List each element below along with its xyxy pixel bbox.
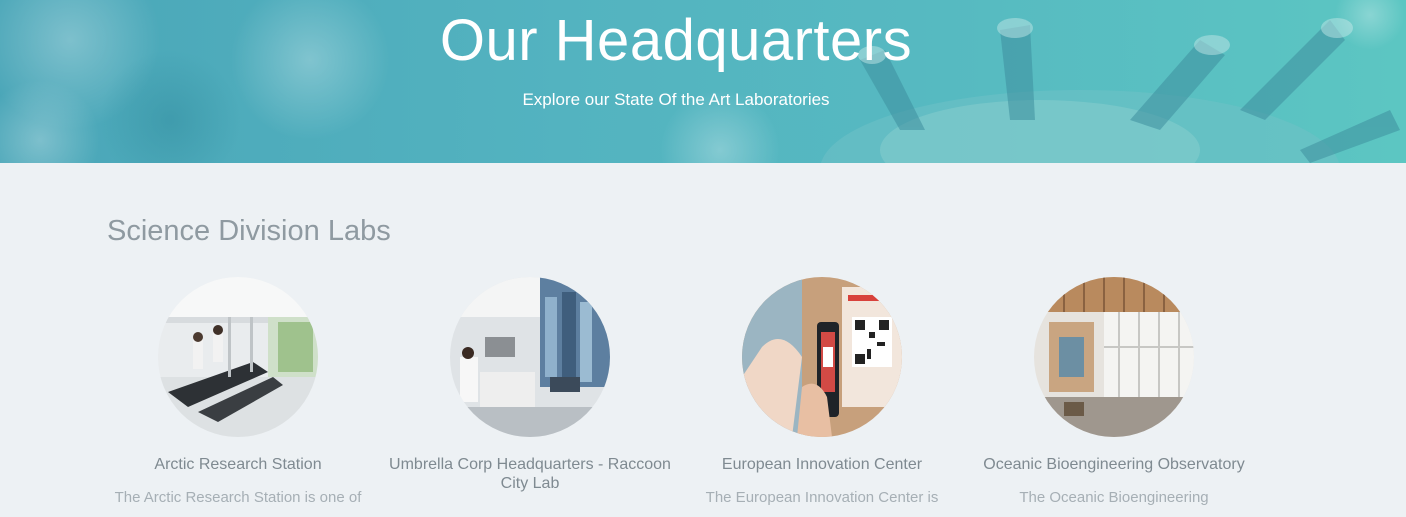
labs-grid: Arctic Research Station The Arctic Resea… (92, 277, 1292, 517)
office-photo-icon[interactable] (1034, 277, 1194, 437)
lab-name[interactable]: Umbrella Corp Headquarters - Raccoon Cit… (384, 455, 676, 493)
lab-description: The Oceanic Bioengineering (1019, 489, 1209, 506)
lab-card-umbrella-corp[interactable]: Umbrella Corp Headquarters - Raccoon Cit… (384, 277, 676, 507)
lab-name[interactable]: Oceanic Bioengineering Observatory (968, 455, 1260, 474)
lab-description: The Arctic Research Station is one of (114, 489, 362, 506)
section-title: Science Division Labs (107, 215, 391, 247)
lab-card-european-innovation-center[interactable]: European Innovation Center The European … (676, 277, 968, 508)
hero-banner: Our Headquarters Explore our State Of th… (0, 0, 1406, 163)
lab-name[interactable]: European Innovation Center (676, 455, 968, 474)
lab-card-oceanic-bioengineering-observatory[interactable]: Oceanic Bioengineering Observatory The O… (968, 277, 1260, 508)
lab-name[interactable]: Arctic Research Station (92, 455, 384, 474)
hero-subtitle: Explore our State Of the Art Laboratorie… (522, 90, 830, 109)
lab-description: The European Innovation Center is (705, 489, 939, 506)
hero-title: Our Headquarters (439, 8, 913, 73)
lab-photo-icon[interactable] (158, 277, 318, 437)
lab-photo-icon[interactable] (450, 277, 610, 437)
qr-scan-photo-icon[interactable] (742, 277, 902, 437)
lab-card-arctic-research-station[interactable]: Arctic Research Station The Arctic Resea… (92, 277, 384, 508)
